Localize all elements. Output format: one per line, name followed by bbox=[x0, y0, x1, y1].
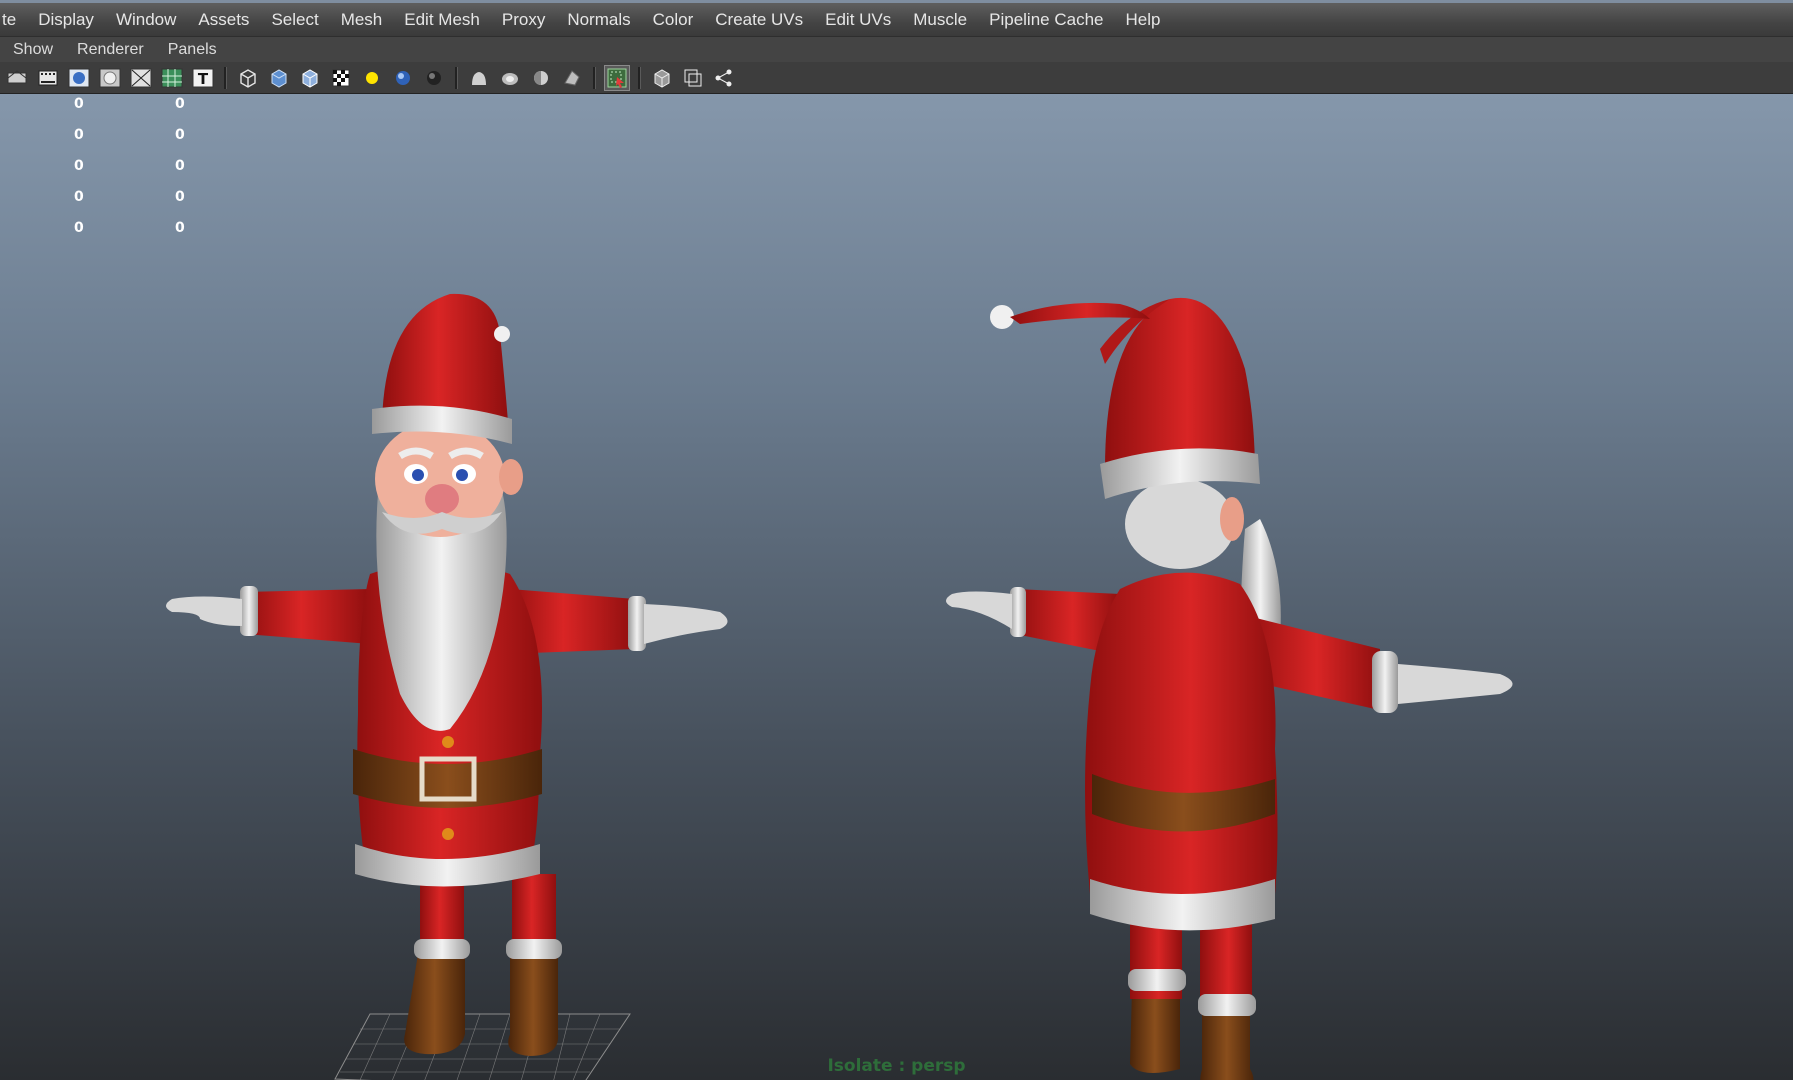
xray-active-components-icon[interactable] bbox=[711, 65, 737, 91]
textured-icon[interactable] bbox=[328, 65, 354, 91]
hud-value-b: 0 bbox=[175, 158, 185, 174]
menu-assets[interactable]: Assets bbox=[187, 10, 260, 30]
toolbar-separator bbox=[224, 66, 227, 89]
menu-te[interactable]: te bbox=[0, 10, 27, 30]
viewport-toolbar: T bbox=[0, 62, 1793, 94]
menu-proxy[interactable]: Proxy bbox=[491, 10, 556, 30]
isolate-label: Isolate : persp bbox=[827, 1056, 966, 1076]
menu-create-uvs[interactable]: Create UVs bbox=[704, 10, 814, 30]
menu-select[interactable]: Select bbox=[260, 10, 329, 30]
hud-value-a: 0 bbox=[74, 96, 84, 112]
shaded-wireframe-cube-icon[interactable] bbox=[297, 65, 323, 91]
santa-front-view[interactable] bbox=[160, 194, 860, 1080]
smooth-shaded-cube-icon[interactable] bbox=[266, 65, 292, 91]
toolbar-separator bbox=[638, 66, 641, 89]
toolbar-separator bbox=[593, 66, 596, 89]
hud-row: 00 bbox=[0, 158, 200, 178]
shadows-icon[interactable] bbox=[421, 65, 447, 91]
sphere-icon[interactable] bbox=[66, 65, 92, 91]
menu-window[interactable]: Window bbox=[105, 10, 187, 30]
svg-text:T: T bbox=[198, 70, 209, 88]
hud-value-a: 0 bbox=[74, 189, 84, 205]
santa-back-view[interactable] bbox=[940, 189, 1560, 1080]
isolate-select-icon[interactable] bbox=[604, 64, 630, 91]
menu-pipeline-cache[interactable]: Pipeline Cache bbox=[978, 10, 1114, 30]
default-light-icon[interactable] bbox=[359, 65, 385, 91]
toolbar-separator bbox=[455, 66, 458, 89]
grid-icon[interactable] bbox=[159, 65, 185, 91]
menu-normals[interactable]: Normals bbox=[556, 10, 641, 30]
panel-menubar: Show Renderer Panels bbox=[0, 36, 1793, 63]
resolution-gate-icon[interactable] bbox=[97, 65, 123, 91]
hud-value-a: 0 bbox=[74, 158, 84, 174]
panel-menu-renderer[interactable]: Renderer bbox=[64, 41, 155, 59]
menu-mesh[interactable]: Mesh bbox=[330, 10, 394, 30]
menu-edit-mesh[interactable]: Edit Mesh bbox=[393, 10, 491, 30]
antialiasing-icon[interactable] bbox=[528, 65, 554, 91]
panel-menu-panels[interactable]: Panels bbox=[155, 41, 228, 59]
main-menubar: te Display Window Assets Select Mesh Edit Mesh… bbox=[0, 0, 1793, 36]
hud-value-b: 0 bbox=[175, 96, 185, 112]
safe-area-icon[interactable] bbox=[128, 65, 154, 91]
motion-blur-icon[interactable] bbox=[497, 65, 523, 91]
menu-display[interactable]: Display bbox=[27, 10, 105, 30]
hud-value-a: 0 bbox=[74, 127, 84, 143]
menu-color[interactable]: Color bbox=[642, 10, 705, 30]
all-lights-icon[interactable] bbox=[390, 65, 416, 91]
xray-icon[interactable] bbox=[649, 65, 675, 91]
persp-viewport[interactable]: 0000000000 Isolate: persp bbox=[0, 94, 1793, 1080]
hud-row: 00 bbox=[0, 96, 200, 116]
menu-muscle[interactable]: Muscle bbox=[902, 10, 978, 30]
wireframe-cube-icon[interactable] bbox=[235, 65, 261, 91]
menu-edit-uvs[interactable]: Edit UVs bbox=[814, 10, 902, 30]
hud-row: 00 bbox=[0, 127, 200, 147]
xray-joints-icon[interactable] bbox=[680, 65, 706, 91]
depth-of-field-icon[interactable] bbox=[559, 65, 585, 91]
hud-value-b: 0 bbox=[175, 127, 185, 143]
ambient-occlusion-icon[interactable] bbox=[466, 65, 492, 91]
panel-menu-show[interactable]: Show bbox=[0, 41, 64, 59]
text-icon[interactable]: T bbox=[190, 65, 216, 91]
film-gate-icon[interactable] bbox=[35, 65, 61, 91]
layers-icon[interactable] bbox=[4, 65, 30, 91]
menu-help[interactable]: Help bbox=[1114, 10, 1171, 30]
hud-value-a: 0 bbox=[74, 220, 84, 236]
